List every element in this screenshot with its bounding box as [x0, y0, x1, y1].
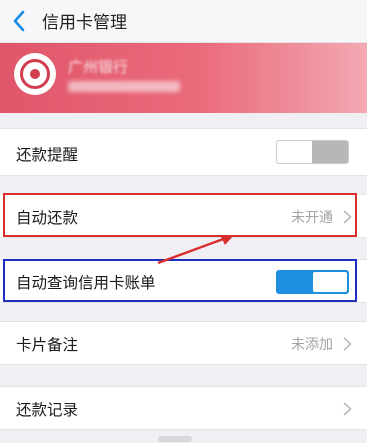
card-note-value: 未添加: [291, 337, 333, 353]
repay-records-row[interactable]: 还款记录: [0, 386, 367, 430]
bank-name: 广州银行: [68, 58, 129, 76]
card-note-label: 卡片备注: [16, 336, 79, 354]
repay-records-label: 还款记录: [16, 401, 79, 419]
repay-reminder-label: 还款提醒: [16, 146, 79, 164]
card-banner: 广州银行: [0, 43, 367, 113]
card-number-blurred: [68, 81, 180, 92]
chevron-right-icon: [343, 337, 352, 351]
page-title: 信用卡管理: [42, 13, 127, 33]
bottom-indicator: [158, 436, 192, 442]
nav-bar: 信用卡管理: [0, 0, 367, 43]
repay-reminder-row: 还款提醒: [0, 128, 367, 176]
chevron-right-icon: [343, 402, 352, 416]
repay-reminder-toggle[interactable]: [276, 140, 349, 164]
bank-logo: [14, 53, 56, 95]
chevron-left-icon[interactable]: [10, 9, 30, 33]
card-note-row[interactable]: 卡片备注 未添加: [0, 321, 367, 365]
arrow-annotation: [157, 235, 234, 265]
